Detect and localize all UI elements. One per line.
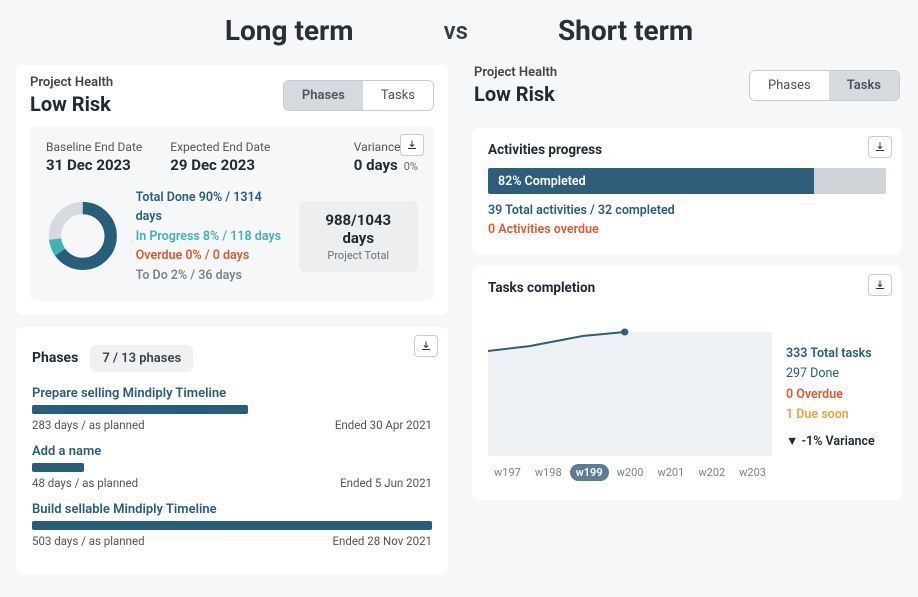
project-total-main: 988/1043 days (311, 211, 407, 247)
phase-bar (32, 521, 432, 530)
left-panel: Project Health Low Risk Phases Tasks Bas… (16, 65, 448, 315)
legend-progress: In Progress 8% / 118 days (136, 227, 283, 246)
phase-ended: Ended 5 Jun 2021 (340, 476, 432, 490)
phase-item: Build sellable Mindiply Timeline 503 days… (32, 502, 432, 548)
project-health-label: Project Health (30, 75, 113, 90)
tasks-title: Tasks completion (488, 280, 886, 296)
phase-duration: 283 days / as planned (32, 418, 145, 432)
tasks-chart: w197w198w199w200w201w202w203 (488, 306, 772, 486)
donut-legend: Total Done 90% / 1314 days In Progress 8… (136, 188, 283, 285)
activities-progress-bar: 82% Completed (488, 168, 886, 194)
phase-name[interactable]: Prepare selling Mindiply Timeline (32, 386, 432, 401)
phase-duration: 48 days / as planned (32, 476, 138, 490)
phase-bar (32, 463, 84, 472)
activities-progress-fill: 82% Completed (488, 168, 814, 194)
tasks-card: Tasks completion w197w198w199w200w201w20… (472, 266, 902, 500)
expected-label: Expected End Date (170, 140, 270, 154)
activities-card: Activities progress 82% Completed 39 Tot… (472, 128, 902, 254)
phase-item: Prepare selling Mindiply Timeline 283 day… (32, 386, 432, 432)
week-label[interactable]: w200 (611, 464, 650, 481)
phases-card: Phases 7 / 13 phases Prepare selling Min… (16, 327, 448, 574)
legend-done: Total Done 90% / 1314 days (136, 188, 283, 227)
view-toggle: Phases Tasks (283, 80, 434, 111)
download-button[interactable] (414, 335, 438, 357)
phase-item: Add a name 48 days / as planned Ended 5 Ju… (32, 444, 432, 490)
phases-list: Prepare selling Mindiply Timeline 283 day… (32, 386, 432, 548)
download-icon (420, 340, 432, 352)
legend-overdue: Overdue 0% / 0 days (136, 246, 283, 265)
header-left: Long term (225, 14, 354, 47)
header-right: Short term (558, 14, 693, 47)
phase-bar (32, 405, 248, 414)
week-label[interactable]: w201 (651, 464, 690, 481)
toggle-phases[interactable]: Phases (750, 71, 829, 100)
tasks-due-soon: 1 Due soon (786, 405, 886, 426)
expected-value: 29 Dec 2023 (170, 156, 270, 174)
header-vs: vs (444, 17, 468, 45)
phases-title: Phases (32, 350, 78, 366)
project-health-label: Project Health (474, 65, 557, 80)
activities-title: Activities progress (488, 142, 886, 158)
download-button[interactable] (868, 274, 892, 296)
week-label[interactable]: w197 (488, 464, 527, 481)
phases-count[interactable]: 7 / 13 phases (90, 345, 193, 372)
week-label[interactable]: w203 (733, 464, 772, 481)
download-icon (406, 139, 418, 151)
tasks-stats: 333 Total tasks 297 Done 0 Overdue 1 Due… (786, 306, 886, 486)
activities-summary: 39 Total activities / 32 completed (488, 202, 886, 221)
phase-ended: Ended 28 Nov 2021 (332, 534, 432, 548)
tasks-variance: ▼ -1% Variance (786, 432, 886, 453)
download-button[interactable] (400, 134, 424, 156)
download-icon (874, 141, 886, 153)
progress-donut (46, 197, 120, 275)
project-total-box: 988/1043 days Project Total (299, 201, 419, 272)
download-icon (874, 279, 886, 291)
tasks-done: 297 Done (786, 364, 886, 385)
variance-pct: 0% (404, 160, 418, 173)
project-total-sub: Project Total (311, 249, 407, 262)
view-toggle: Phases Tasks (749, 70, 900, 101)
tasks-overdue: 0 Overdue (786, 385, 886, 406)
activities-overdue: 0 Activities overdue (488, 221, 886, 240)
toggle-tasks[interactable]: Tasks (363, 81, 433, 110)
toggle-phases[interactable]: Phases (284, 81, 363, 110)
week-label[interactable]: w199 (570, 464, 609, 481)
project-health-status: Low Risk (474, 82, 557, 106)
phase-name[interactable]: Add a name (32, 444, 432, 459)
week-label[interactable]: w198 (529, 464, 568, 481)
activities-progress-label: 82% Completed (498, 174, 586, 189)
variance-value: 0 days (354, 156, 398, 174)
toggle-tasks[interactable]: Tasks (829, 71, 899, 100)
project-health-status: Low Risk (30, 92, 113, 116)
tasks-total: 333 Total tasks (786, 344, 886, 365)
phase-duration: 503 days / as planned (32, 534, 145, 548)
weeks-axis: w197w198w199w200w201w202w203 (488, 464, 772, 481)
dates-card: Baseline End Date 31 Dec 2023 Expected E… (30, 126, 434, 301)
phase-ended: Ended 30 Apr 2021 (335, 418, 432, 432)
week-label[interactable]: w202 (692, 464, 731, 481)
legend-todo: To Do 2% / 36 days (136, 266, 283, 285)
phase-name[interactable]: Build sellable Mindiply Timeline (32, 502, 432, 517)
download-button[interactable] (868, 136, 892, 158)
baseline-label: Baseline End Date (46, 140, 142, 154)
baseline-value: 31 Dec 2023 (46, 156, 142, 174)
